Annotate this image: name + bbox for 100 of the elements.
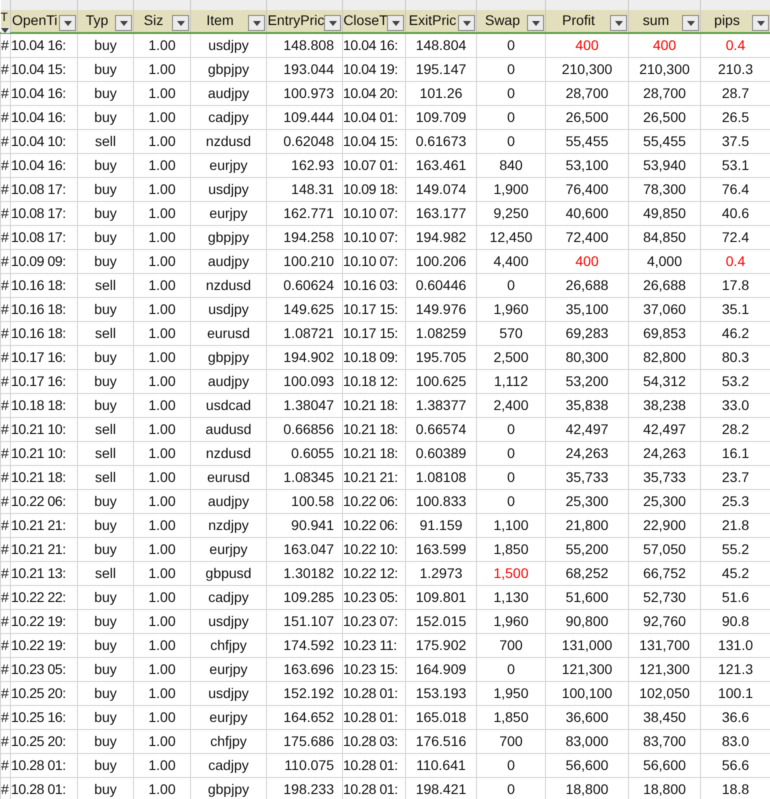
profit-cell: 55,455 <box>546 129 628 153</box>
exit-price-cell: 1.2973 <box>406 561 476 585</box>
filter-dropdown-button[interactable] <box>324 15 341 31</box>
entry-price-cell: 90.941 <box>266 513 342 537</box>
item-cell: cadjpy <box>190 105 266 129</box>
sum-cell: 53,940 <box>628 153 700 177</box>
row-marker: # <box>0 441 10 465</box>
open-time-cell: 10.25 20: <box>10 729 78 753</box>
exit-price-cell: 176.516 <box>406 729 476 753</box>
filter-dropdown-button[interactable] <box>248 15 265 31</box>
profit-cell: 55,200 <box>546 537 628 561</box>
filter-dropdown-button[interactable] <box>682 15 699 31</box>
row-marker: # <box>0 369 10 393</box>
filter-dropdown-button[interactable] <box>172 15 189 31</box>
filter-dropdown-button[interactable] <box>0 27 10 33</box>
sum-cell: 54,312 <box>628 369 700 393</box>
exit-price-cell: 100.833 <box>406 489 476 513</box>
profit-cell: 80,300 <box>546 345 628 369</box>
open-time-cell: 10.21 10: <box>10 417 78 441</box>
profit-cell: 68,252 <box>546 561 628 585</box>
profit-cell: 42,497 <box>546 417 628 441</box>
close-time-cell: 10.04 19: <box>342 57 406 81</box>
filter-dropdown-button[interactable] <box>59 15 76 31</box>
open-time-cell: 10.08 17: <box>10 177 78 201</box>
item-cell: usdjpy <box>190 681 266 705</box>
filter-dropdown-button[interactable] <box>458 15 475 31</box>
caret-icon <box>462 20 470 26</box>
profit-cell: 400 <box>546 33 628 57</box>
row-marker: # <box>0 297 10 321</box>
swap-cell: 0 <box>476 105 546 129</box>
type-cell: buy <box>78 225 134 249</box>
swap-cell: 1,850 <box>476 537 546 561</box>
filter-dropdown-button[interactable] <box>387 15 404 31</box>
size-cell: 1.00 <box>134 81 190 105</box>
close-time-cell: 10.04 16: <box>342 33 406 57</box>
filter-dropdown-button[interactable] <box>115 15 132 31</box>
sum-cell: 102,050 <box>628 681 700 705</box>
exit-price-cell: 100.206 <box>406 249 476 273</box>
exit-price-cell: 195.147 <box>406 57 476 81</box>
item-cell: usdcad <box>190 393 266 417</box>
size-cell: 1.00 <box>134 633 190 657</box>
close-time-cell: 10.23 15: <box>342 657 406 681</box>
close-time-cell: 10.07 01: <box>342 153 406 177</box>
swap-cell: 1,112 <box>476 369 546 393</box>
profit-cell: 56,600 <box>546 753 628 777</box>
entry-price-cell: 148.31 <box>266 177 342 201</box>
swap-cell: 0 <box>476 417 546 441</box>
item-cell: eurjpy <box>190 657 266 681</box>
row-marker: # <box>0 561 10 585</box>
close-time-cell: 10.21 18: <box>342 393 406 417</box>
sum-cell: 42,497 <box>628 417 700 441</box>
column-header: T <box>0 10 8 25</box>
type-cell: sell <box>78 273 134 297</box>
exit-price-cell: 0.60446 <box>406 273 476 297</box>
row-marker: # <box>0 657 10 681</box>
profit-cell: 76,400 <box>546 177 628 201</box>
sum-cell: 24,263 <box>628 441 700 465</box>
row-marker: # <box>0 513 10 537</box>
item-cell: cadjpy <box>190 585 266 609</box>
swap-cell: 1,960 <box>476 609 546 633</box>
close-time-cell: 10.17 15: <box>342 321 406 345</box>
open-time-cell: 10.09 09: <box>10 249 78 273</box>
row-marker: # <box>0 321 10 345</box>
size-cell: 1.00 <box>134 249 190 273</box>
row-marker: # <box>0 345 10 369</box>
column-header: Item <box>205 11 235 29</box>
close-time-cell: 10.28 03: <box>342 729 406 753</box>
type-cell: buy <box>78 657 134 681</box>
close-time-cell: 10.22 12: <box>342 561 406 585</box>
item-cell: eurjpy <box>190 201 266 225</box>
profit-cell: 35,733 <box>546 465 628 489</box>
filter-dropdown-button[interactable] <box>527 15 544 31</box>
size-cell: 1.00 <box>134 561 190 585</box>
type-cell: buy <box>78 753 134 777</box>
exit-price-cell: 194.982 <box>406 225 476 249</box>
size-cell: 1.00 <box>134 657 190 681</box>
entry-price-cell: 149.625 <box>266 297 342 321</box>
open-time-cell: 10.22 19: <box>10 633 78 657</box>
sum-cell: 55,455 <box>628 129 700 153</box>
item-cell: chfjpy <box>190 633 266 657</box>
open-time-cell: 10.22 22: <box>10 585 78 609</box>
sum-cell: 35,733 <box>628 465 700 489</box>
close-time-cell: 10.28 01: <box>342 753 406 777</box>
item-cell: chfjpy <box>190 729 266 753</box>
column-header: CloseT <box>343 11 388 29</box>
close-time-cell: 10.22 06: <box>342 513 406 537</box>
filter-dropdown-button[interactable] <box>610 15 627 31</box>
type-cell: buy <box>78 201 134 225</box>
entry-price-cell: 1.08721 <box>266 321 342 345</box>
type-cell: buy <box>78 633 134 657</box>
open-time-cell: 10.08 17: <box>10 225 78 249</box>
row-marker: # <box>0 705 10 729</box>
swap-cell: 1,500 <box>476 561 546 585</box>
sum-cell: 131,700 <box>628 633 700 657</box>
filter-dropdown-button[interactable] <box>752 15 769 31</box>
entry-price-cell: 152.192 <box>266 681 342 705</box>
close-time-cell: 10.28 01: <box>342 705 406 729</box>
item-cell: audjpy <box>190 489 266 513</box>
swap-cell: 0 <box>476 489 546 513</box>
close-time-cell: 10.10 07: <box>342 201 406 225</box>
